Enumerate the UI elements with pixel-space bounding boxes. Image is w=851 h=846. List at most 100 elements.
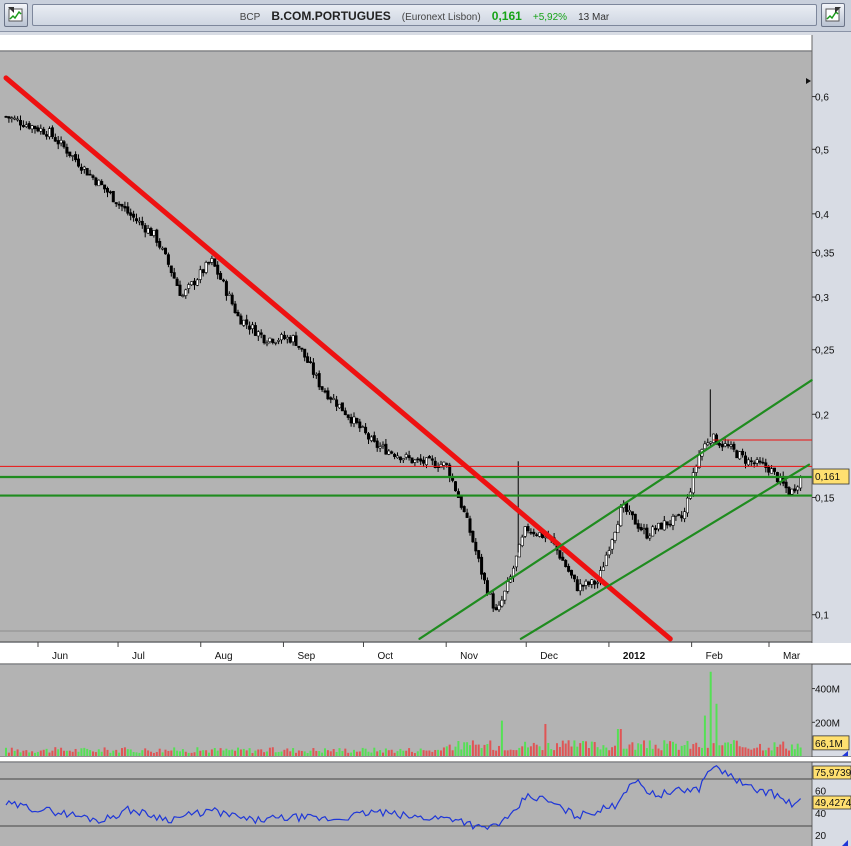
candle-body bbox=[259, 332, 263, 335]
time-tick-label: Feb bbox=[706, 651, 724, 662]
volume-bar bbox=[544, 723, 547, 756]
candle-body bbox=[274, 342, 278, 344]
candle-body bbox=[607, 550, 611, 556]
volume-bar bbox=[625, 748, 628, 756]
candle-body bbox=[480, 556, 484, 575]
volume-bar bbox=[408, 748, 411, 756]
volume-bar bbox=[286, 748, 289, 756]
candle-body bbox=[398, 456, 402, 461]
chart-window: BCP B.COM.PORTUGUES (Euronext Lisbon) 0,… bbox=[0, 0, 851, 846]
volume-bar bbox=[396, 751, 399, 756]
candle-body bbox=[639, 526, 643, 531]
volume-bar bbox=[440, 750, 442, 756]
last-price-label: 0,161 bbox=[815, 472, 840, 483]
candle-body bbox=[442, 461, 446, 466]
candle-body bbox=[39, 128, 43, 132]
volume-bar bbox=[167, 750, 170, 756]
candle-body bbox=[593, 580, 597, 585]
candle-body bbox=[152, 230, 156, 236]
volume-bar bbox=[115, 749, 118, 756]
rsi-value-label: 49,4274 bbox=[815, 798, 851, 809]
volume-bar bbox=[353, 749, 355, 756]
volume-bar bbox=[358, 751, 361, 756]
candle-body bbox=[230, 294, 234, 305]
candle-body bbox=[494, 607, 498, 611]
candle-body bbox=[401, 458, 405, 461]
candle-body bbox=[506, 581, 510, 592]
volume-bar bbox=[100, 751, 103, 756]
volume-bar bbox=[63, 750, 65, 756]
volume-last-label: 66,1M bbox=[815, 739, 843, 750]
volume-bar bbox=[193, 752, 196, 756]
chart-forward-icon[interactable] bbox=[821, 3, 845, 27]
time-tick-label: Mar bbox=[783, 651, 801, 662]
volume-bar bbox=[376, 751, 379, 756]
price-change: +5,92% bbox=[532, 12, 568, 23]
volume-bar bbox=[222, 750, 225, 756]
candle-body bbox=[227, 293, 231, 296]
candle-body bbox=[195, 279, 199, 286]
volume-bar bbox=[361, 747, 364, 756]
candle-body bbox=[190, 281, 194, 286]
volume-bar bbox=[34, 752, 36, 756]
candle-body bbox=[47, 128, 51, 138]
candle-body bbox=[784, 481, 788, 489]
volume-bar bbox=[419, 748, 422, 756]
candle-body bbox=[343, 410, 347, 416]
volume-bar bbox=[89, 750, 92, 756]
volume-bar bbox=[579, 743, 582, 756]
volume-bar bbox=[471, 740, 474, 756]
volume-bar bbox=[532, 742, 535, 756]
volume-bar bbox=[605, 747, 608, 756]
candle-body bbox=[21, 124, 25, 128]
volume-bar bbox=[411, 751, 413, 756]
volume-bar bbox=[7, 752, 10, 756]
candle-body bbox=[294, 335, 298, 346]
volume-bar bbox=[234, 750, 237, 756]
candle-body bbox=[311, 362, 315, 375]
volume-bar bbox=[703, 715, 706, 756]
panel-gap bbox=[0, 757, 851, 762]
candle-body bbox=[514, 555, 518, 568]
volume-bar bbox=[509, 749, 512, 756]
volume-bar bbox=[118, 752, 121, 756]
volume-bar bbox=[271, 747, 274, 756]
volume-bar bbox=[628, 744, 631, 756]
volume-bar bbox=[190, 752, 193, 756]
candle-body bbox=[326, 390, 330, 400]
candle-body bbox=[164, 247, 168, 255]
candle-body bbox=[636, 523, 640, 529]
candle-body bbox=[375, 440, 379, 448]
volume-bar bbox=[123, 747, 126, 756]
volume-bar bbox=[590, 741, 593, 756]
volume-bar bbox=[350, 752, 353, 756]
volume-bar bbox=[616, 729, 619, 756]
candle-body bbox=[193, 280, 197, 286]
volume-bar bbox=[535, 744, 538, 756]
candle-body bbox=[79, 166, 83, 171]
volume-bar bbox=[94, 752, 97, 756]
volume-bar bbox=[680, 745, 683, 756]
volume-bar bbox=[422, 750, 425, 756]
volume-bar bbox=[248, 748, 251, 756]
candle-body bbox=[656, 522, 660, 530]
rsi-panel bbox=[0, 763, 812, 846]
volume-bar bbox=[674, 743, 677, 756]
candle-body bbox=[665, 521, 669, 526]
volume-bar bbox=[184, 751, 187, 756]
chart-back-icon[interactable] bbox=[4, 3, 28, 27]
volume-tick-label: 200M bbox=[815, 718, 840, 729]
volume-bar bbox=[425, 750, 428, 756]
chart-area[interactable]: 0,6 0,5 0,4 0,35 0,3 0,25 0,2 0,15 0,1 Jun Jul Aug S… bbox=[0, 32, 851, 846]
price-tick-label: 0,4 bbox=[815, 210, 829, 221]
volume-bar bbox=[65, 750, 68, 756]
candle-body bbox=[16, 118, 20, 121]
candle-body bbox=[564, 560, 568, 568]
volume-bar bbox=[469, 745, 471, 756]
volume-bar bbox=[295, 752, 297, 756]
volume-bar bbox=[672, 741, 674, 756]
candle-body bbox=[303, 348, 307, 358]
candle-body bbox=[703, 443, 707, 450]
volume-bar bbox=[431, 751, 434, 756]
candle-body bbox=[735, 450, 739, 459]
